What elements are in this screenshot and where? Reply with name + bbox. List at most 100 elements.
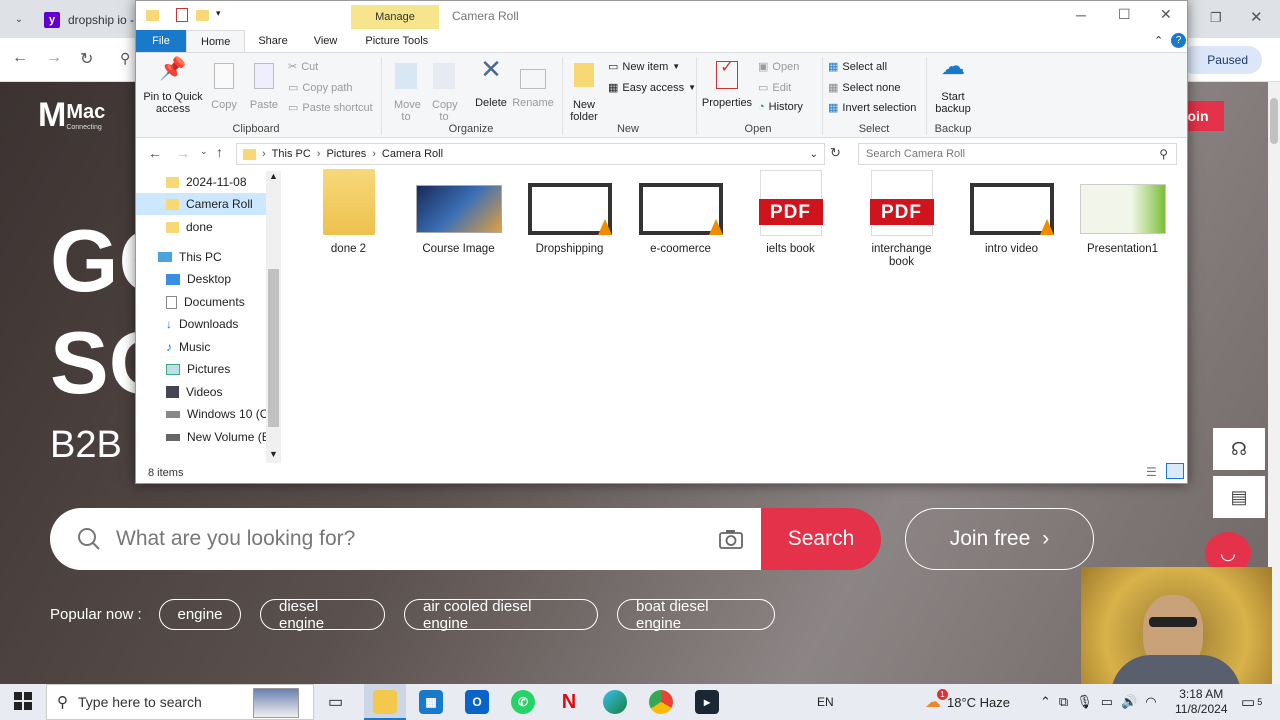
camera-icon[interactable] <box>718 528 744 550</box>
manage-tab[interactable]: Manage <box>351 5 439 29</box>
nav-item-desktop[interactable]: Desktop <box>166 268 231 290</box>
tab-home[interactable]: Home <box>186 30 246 52</box>
file-item-pdf[interactable]: PDF ielts book <box>743 170 838 256</box>
paste-shortcut-button[interactable]: ▭ Paste shortcut <box>288 101 373 115</box>
whatsapp-icon[interactable]: ✆ <box>511 690 535 714</box>
new-item-button[interactable]: ▭ New item ▼ <box>608 60 680 74</box>
rename-button[interactable]: Rename <box>512 63 554 109</box>
ribbon-collapse-icon[interactable]: ⌃ <box>1154 34 1163 47</box>
terminal-icon[interactable]: ▸ <box>695 690 719 714</box>
move-to-button[interactable]: Move to <box>388 63 424 123</box>
file-explorer-icon[interactable] <box>373 690 397 714</box>
nav-item-2024-11-08[interactable]: 2024-11-08 <box>166 171 266 193</box>
microsoft-store-icon[interactable]: ▦ <box>419 690 443 714</box>
breadcrumb-pictures[interactable]: Pictures <box>326 148 366 160</box>
properties-button[interactable]: ✓ Properties <box>701 60 753 110</box>
file-item-video[interactable]: Dropshipping <box>522 183 617 256</box>
copy-to-button[interactable]: Copy to <box>426 63 462 123</box>
help-icon[interactable]: ? <box>1171 33 1186 48</box>
popular-chip-engine[interactable]: engine <box>159 599 241 630</box>
open-button[interactable]: ▣ Open <box>758 60 799 74</box>
taskbar-search[interactable]: ⚲ Type here to search <box>46 684 314 720</box>
edit-button[interactable]: ▭ Edit <box>758 81 791 95</box>
copy-path-button[interactable]: ▭ Copy path <box>288 81 353 95</box>
close-icon[interactable]: ✕ <box>1160 6 1172 23</box>
tab-view[interactable]: View <box>301 30 351 52</box>
browser-tab[interactable]: y dropship io - <box>44 6 134 34</box>
file-item-video[interactable]: intro video <box>964 183 1059 256</box>
site-search-input[interactable]: What are you looking for? <box>116 527 355 551</box>
feedback-button[interactable]: ▤ <box>1213 476 1265 518</box>
wifi-icon[interactable]: ◠ <box>1145 694 1156 710</box>
edge-icon[interactable] <box>603 690 627 714</box>
site-search-button[interactable]: Search <box>761 508 881 570</box>
browser-minimize-icon[interactable]: ❐ <box>1210 10 1222 26</box>
popular-chip-diesel-engine[interactable]: diesel engine <box>260 598 385 632</box>
chevron-up-icon[interactable]: ⌃ <box>1040 694 1051 710</box>
nav-item-pictures[interactable]: Pictures <box>166 358 230 380</box>
large-icons-view-icon[interactable] <box>1166 463 1184 479</box>
nav-item-downloads[interactable]: ↓ Downloads <box>166 313 238 335</box>
back-icon[interactable]: ← <box>12 49 28 67</box>
scroll-up-icon[interactable]: ▲ <box>269 171 278 181</box>
up-arrow-icon[interactable]: ↑ <box>216 144 223 160</box>
start-backup-button[interactable]: ☁ Start backup <box>928 55 978 116</box>
cut-button[interactable]: ✂ Cut <box>288 60 318 74</box>
nav-item-windows-c[interactable]: Windows 10 (C:) <box>166 403 276 425</box>
file-item-video[interactable]: e-coomerce <box>633 183 728 256</box>
nav-item-camera-roll[interactable]: Camera Roll <box>136 193 266 215</box>
nav-pane-scrollbar[interactable]: ▲ ▼ <box>266 171 281 463</box>
recent-locations-icon[interactable]: ⌄ <box>200 146 208 157</box>
support-button[interactable]: ☊ <box>1213 428 1265 470</box>
explorer-search-box[interactable]: Search Camera Roll ⚲ <box>858 143 1177 165</box>
clock[interactable]: 3:18 AM 11/8/2024 <box>1175 684 1228 720</box>
nav-item-done[interactable]: done <box>166 216 213 238</box>
nav-item-new-volume-e[interactable]: New Volume (E:) <box>166 426 277 448</box>
site-info-icon[interactable]: ⚲ <box>120 50 130 67</box>
netflix-icon[interactable]: N <box>557 690 581 714</box>
outlook-icon[interactable]: O <box>465 690 489 714</box>
file-item-image[interactable]: Course Image <box>411 183 506 256</box>
volume-icon[interactable]: 🔊 <box>1121 694 1137 710</box>
nav-item-music[interactable]: ♪ Music <box>166 336 210 358</box>
reload-icon[interactable]: ↻ <box>80 49 93 69</box>
address-bar[interactable]: › This PC › Pictures › Camera Roll ⌄ <box>236 143 825 165</box>
minimize-icon[interactable]: ─ <box>1076 7 1086 23</box>
breadcrumb-this-pc[interactable]: This PC <box>272 148 311 160</box>
breadcrumb-camera-roll[interactable]: Camera Roll <box>382 148 443 160</box>
paste-button[interactable]: Paste <box>246 63 282 111</box>
popular-chip-air-cooled[interactable]: air cooled diesel engine <box>404 598 598 632</box>
tab-file[interactable]: File <box>136 30 186 52</box>
new-folder-quick-icon[interactable] <box>196 10 209 21</box>
invert-selection-button[interactable]: ▦ Invert selection <box>828 101 916 115</box>
forward-arrow-icon[interactable]: → <box>176 145 190 161</box>
details-view-icon[interactable]: ☰ <box>1146 465 1157 479</box>
refresh-icon[interactable]: ↻ <box>830 145 841 161</box>
forward-icon[interactable]: → <box>46 49 62 67</box>
file-item-image[interactable]: Presentation1 <box>1075 183 1170 256</box>
address-dropdown-icon[interactable]: ⌄ <box>810 149 818 160</box>
nav-item-this-pc[interactable]: This PC <box>158 246 222 268</box>
easy-access-button[interactable]: ▦ Easy access ▼ <box>608 81 696 95</box>
tab-picture-tools[interactable]: Picture Tools <box>352 30 441 52</box>
copy-button[interactable]: Copy <box>206 63 242 111</box>
paused-button[interactable]: Paused <box>1181 46 1262 74</box>
file-item-pdf[interactable]: PDF interchange book <box>854 170 949 269</box>
history-button[interactable]: ◔ History <box>758 101 803 113</box>
site-logo[interactable]: M Mac Connecting <box>38 96 105 135</box>
tab-share[interactable]: Share <box>245 30 300 52</box>
microphone-icon[interactable]: 🎙 <box>1076 694 1093 710</box>
notification-center[interactable]: ▭ 5 <box>1241 684 1262 720</box>
chrome-icon[interactable] <box>649 690 673 714</box>
select-all-button[interactable]: ▦ Select all <box>828 60 887 74</box>
battery-icon[interactable]: ▭ <box>1101 694 1113 710</box>
pin-quick-access-button[interactable]: 📌 Pin to Quick access <box>140 58 206 116</box>
weather-widget[interactable]: ☁ 1 18°C Haze <box>925 684 1010 720</box>
windows-start-icon[interactable] <box>14 692 32 710</box>
delete-button[interactable]: ✕ Delete <box>472 56 510 109</box>
select-none-button[interactable]: ▦ Select none <box>828 81 901 95</box>
language-indicator[interactable]: EN <box>817 684 834 720</box>
tab-dropdown-icon[interactable]: ⌄ <box>10 10 28 28</box>
task-view-icon[interactable]: ▭ <box>328 692 343 712</box>
properties-quick-icon[interactable] <box>176 8 188 22</box>
